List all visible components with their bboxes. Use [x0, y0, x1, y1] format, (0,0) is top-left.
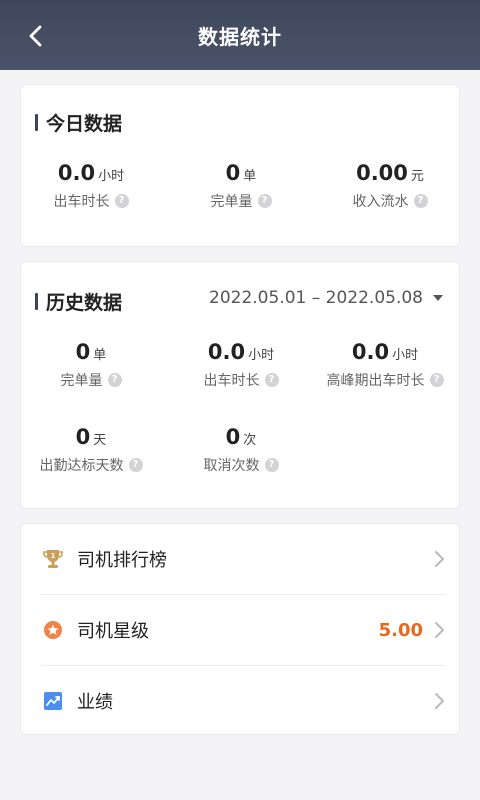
stat-value: 0.00: [356, 161, 408, 185]
menu-item-driver-star[interactable]: 司机星级 5.00: [41, 595, 445, 665]
stat-value: 0.0: [351, 340, 390, 364]
stat-value: 0: [225, 425, 241, 449]
stat-unit: 小时: [248, 348, 275, 363]
stat-label: 完单量: [60, 373, 103, 389]
stat-label: 高峰期出车时长: [326, 373, 425, 389]
history-stat-peak-drive-time: 0.0 小时 高峰期出车时长?: [305, 340, 465, 390]
help-icon[interactable]: ?: [264, 458, 279, 472]
help-icon[interactable]: ?: [264, 373, 279, 387]
menu-item-label: 业绩: [77, 692, 113, 713]
help-icon[interactable]: ?: [107, 373, 122, 387]
trophy-icon: 1: [41, 547, 65, 571]
stat-unit: 天: [93, 433, 107, 448]
stat-label: 取消次数: [203, 458, 260, 474]
date-range-text: 2022.05.01 – 2022.05.08: [209, 288, 423, 308]
stat-label: 收入流水: [352, 194, 409, 210]
today-stat-drive-time: 0.0 小时 出车时长?: [16, 161, 166, 211]
dropdown-caret-icon: [433, 295, 443, 301]
today-stat-income: 0.00 元 收入流水?: [315, 161, 465, 211]
menu-item-driver-ranking[interactable]: 1 司机排行榜: [41, 524, 445, 594]
stat-unit: 单: [243, 169, 257, 184]
help-icon[interactable]: ?: [257, 194, 272, 208]
chevron-right-icon: [435, 693, 444, 709]
stat-value: 0: [75, 425, 91, 449]
stat-label: 出车时长: [203, 373, 260, 389]
stat-value: 0.0: [207, 340, 246, 364]
star-rating-value: 5.00: [378, 619, 423, 641]
chevron-right-icon: [435, 551, 444, 567]
menu-item-label: 司机排行榜: [77, 550, 167, 571]
page-title: 数据统计: [198, 24, 282, 49]
title-accent-bar: [35, 114, 38, 131]
history-title-text: 历史数据: [46, 292, 123, 314]
stat-label: 完单量: [210, 194, 253, 210]
stat-unit: 元: [410, 169, 424, 184]
history-stat-orders: 0单 完单量?: [16, 340, 166, 390]
stat-label: 出勤达标天数: [39, 458, 124, 474]
menu-item-label: 司机星级: [77, 621, 149, 642]
trend-chart-icon: [41, 689, 65, 713]
date-range-selector[interactable]: 2022.05.01 – 2022.05.08: [209, 288, 443, 308]
help-icon[interactable]: ?: [114, 194, 129, 208]
today-section-title: 今日数据: [35, 109, 122, 136]
help-icon[interactable]: ?: [429, 373, 444, 387]
top-nav-bar: 数据统计: [0, 0, 480, 70]
history-stat-cancellations: 0次 取消次数?: [166, 425, 316, 475]
today-title-text: 今日数据: [46, 113, 123, 135]
stat-label: 出车时长: [53, 194, 110, 210]
stat-value: 0: [225, 161, 241, 185]
history-stat-attendance-days: 0天 出勤达标天数?: [16, 425, 166, 475]
star-badge-icon: [41, 618, 65, 642]
history-section-title: 历史数据: [35, 288, 122, 315]
today-data-card: 今日数据 0.0 小时 出车时长? 0单 完单量? 0.00 元 收入流水?: [20, 84, 460, 247]
back-arrow-icon[interactable]: [22, 22, 50, 50]
title-accent-bar: [35, 293, 38, 310]
help-icon[interactable]: ?: [413, 194, 428, 208]
history-stat-drive-time: 0.0 小时 出车时长?: [166, 340, 316, 390]
menu-card: 1 司机排行榜 司机星级 5.00 业绩: [20, 523, 460, 735]
menu-item-performance[interactable]: 业绩: [41, 666, 445, 736]
stat-unit: 次: [243, 433, 257, 448]
help-icon[interactable]: ?: [128, 458, 143, 472]
history-data-card: 历史数据 2022.05.01 – 2022.05.08 0单 完单量? 0.0…: [20, 261, 460, 509]
stat-unit: 单: [93, 348, 107, 363]
stat-value: 0.0: [57, 161, 96, 185]
chevron-right-icon: [435, 622, 444, 638]
stat-unit: 小时: [98, 169, 125, 184]
stat-value: 0: [75, 340, 91, 364]
stat-unit: 小时: [392, 348, 419, 363]
today-stat-orders: 0单 完单量?: [166, 161, 316, 211]
svg-text:1: 1: [51, 552, 56, 560]
